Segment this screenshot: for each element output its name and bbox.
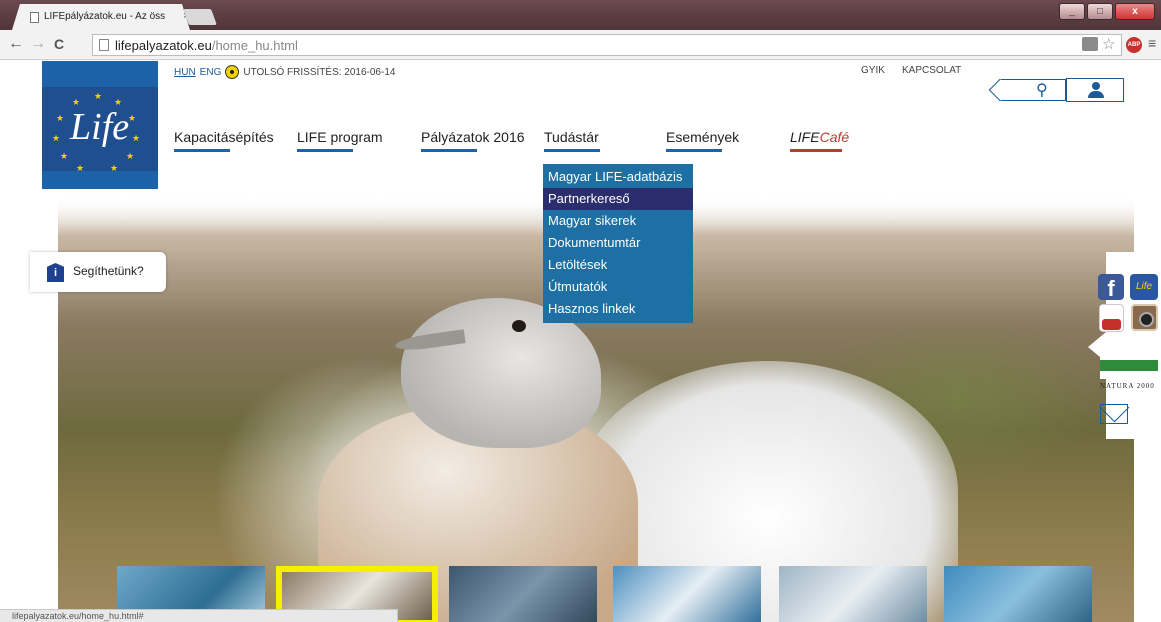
menu-item-magyar-life-adatbazis[interactable]: Magyar LIFE-adatbázis: [543, 166, 693, 188]
logo-top: [42, 61, 158, 87]
back-button[interactable]: ←: [8, 35, 24, 53]
reload-button[interactable]: C: [54, 36, 64, 52]
page-icon: [30, 12, 39, 23]
info-icon: i: [47, 263, 64, 282]
nav-palyazatok-2016[interactable]: Pályázatok 2016: [421, 129, 525, 152]
adblock-icon[interactable]: ABP: [1126, 37, 1142, 53]
nav-life-cafe[interactable]: LIFECafé: [790, 129, 850, 152]
last-update-text: UTOLSÓ FRISSÍTÉS: 2016-06-14: [243, 66, 396, 78]
tab-title: LIFEpályázatok.eu - Az öss: [44, 11, 166, 22]
nav-label: LIFE program: [297, 129, 383, 145]
nav-underline: [297, 149, 353, 152]
address-bar[interactable]: lifepalyazatok.eu/home_hu.html: [92, 34, 1122, 56]
thumbnail-4[interactable]: [613, 566, 761, 622]
help-label: Segíthetünk?: [73, 264, 144, 278]
menu-icon[interactable]: ≡: [1148, 35, 1156, 51]
menu-item-utmutatok[interactable]: Útmutatók: [543, 276, 693, 298]
natura2000-label: NATURA 2000: [1100, 382, 1155, 390]
url-text: lifepalyazatok.eu/home_hu.html: [115, 38, 298, 53]
natura2000-icon[interactable]: [1100, 347, 1158, 379]
browser-toolbar: ← → C lifepalyazatok.eu/home_hu.html ☆ A…: [0, 30, 1161, 60]
nav-underline: [666, 149, 722, 152]
nav-label: Kapacitásépítés: [174, 129, 274, 145]
nav-underline: [174, 149, 230, 152]
close-window-button[interactable]: x: [1115, 3, 1155, 20]
menu-item-letoltesek[interactable]: Letöltések: [543, 254, 693, 276]
lang-hun-link[interactable]: HUN: [174, 67, 196, 78]
browser-window: LIFEpályázatok.eu - Az öss × _ □ x ← → C…: [0, 0, 1161, 622]
mail-icon[interactable]: [1100, 404, 1128, 424]
nav-esemenyek[interactable]: Események: [666, 129, 740, 152]
minimize-button[interactable]: _: [1059, 3, 1085, 20]
bird-eye: [512, 320, 526, 332]
menu-item-magyar-sikerek[interactable]: Magyar sikerek: [543, 210, 693, 232]
nav-label: Pályázatok 2016: [421, 129, 525, 145]
new-tab-button[interactable]: [183, 9, 217, 25]
browser-tab[interactable]: LIFEpályázatok.eu - Az öss ×: [12, 4, 190, 30]
menu-item-partnerkereso[interactable]: Partnerkereső: [543, 188, 693, 210]
faq-link[interactable]: GYIK: [861, 65, 885, 76]
nav-tudastar[interactable]: Tudástár: [544, 129, 600, 152]
thumbnail-5[interactable]: [779, 566, 927, 622]
contact-link[interactable]: KAPCSOLAT: [902, 65, 961, 76]
instagram-icon[interactable]: [1131, 304, 1158, 331]
logo-text: Life: [70, 106, 130, 148]
help-widget[interactable]: i Segíthetünk?: [30, 252, 166, 292]
translate-icon[interactable]: [1082, 37, 1098, 51]
thumbnail-3[interactable]: [449, 566, 597, 622]
nav-kapacitasepites[interactable]: Kapacitásépítés: [174, 129, 274, 152]
window-controls: _ □ x: [1059, 3, 1155, 20]
life-logo[interactable]: ★ ★ ★ ★ ★ ★ ★ ★ ★ ★ ★ Life: [42, 61, 158, 189]
nav-label: Események: [666, 129, 740, 145]
logo-bottom: [42, 171, 158, 189]
nav-label: Tudástár: [544, 129, 599, 145]
star-icon[interactable]: ☆: [1102, 35, 1118, 53]
login-button[interactable]: [1066, 78, 1124, 102]
radiation-icon[interactable]: [225, 65, 240, 79]
status-bar: lifepalyazatok.eu/home_hu.html#: [0, 609, 398, 622]
nav-underline: [544, 149, 600, 152]
lang-eng-link[interactable]: ENG: [200, 67, 222, 78]
nav-underline: [790, 149, 842, 152]
tudastar-dropdown-menu: Magyar LIFE-adatbázis Partnerkereső Magy…: [543, 164, 693, 323]
nav-underline: [421, 149, 477, 152]
nav-life-program[interactable]: LIFE program: [297, 129, 383, 152]
meta-bar: HUN ENG UTOLSÓ FRISSÍTÉS: 2016-06-14: [174, 65, 395, 79]
facebook-icon[interactable]: f: [1098, 274, 1124, 301]
youtube-icon[interactable]: [1099, 304, 1124, 332]
life-small-icon[interactable]: Life: [1130, 274, 1158, 300]
search-button[interactable]: [1000, 79, 1066, 101]
web-page: ★ ★ ★ ★ ★ ★ ★ ★ ★ ★ ★ Life HUN ENG UTOLSÓ FRI…: [0, 61, 1161, 622]
thumbnail-6[interactable]: [944, 566, 1092, 622]
nav-label-cafe: Café: [819, 129, 850, 145]
browser-tab-bar: LIFEpályázatok.eu - Az öss × _ □ x: [0, 0, 1161, 30]
user-icon: [1087, 82, 1105, 98]
forward-button[interactable]: →: [30, 35, 46, 53]
search-icon[interactable]: ⚲: [1036, 80, 1048, 100]
menu-item-dokumentumtar[interactable]: Dokumentumtár: [543, 232, 693, 254]
maximize-button[interactable]: □: [1087, 3, 1113, 20]
nav-label: LIFE: [790, 129, 820, 145]
page-icon: [99, 39, 109, 51]
menu-item-hasznos-linkek[interactable]: Hasznos linkek: [543, 298, 693, 320]
